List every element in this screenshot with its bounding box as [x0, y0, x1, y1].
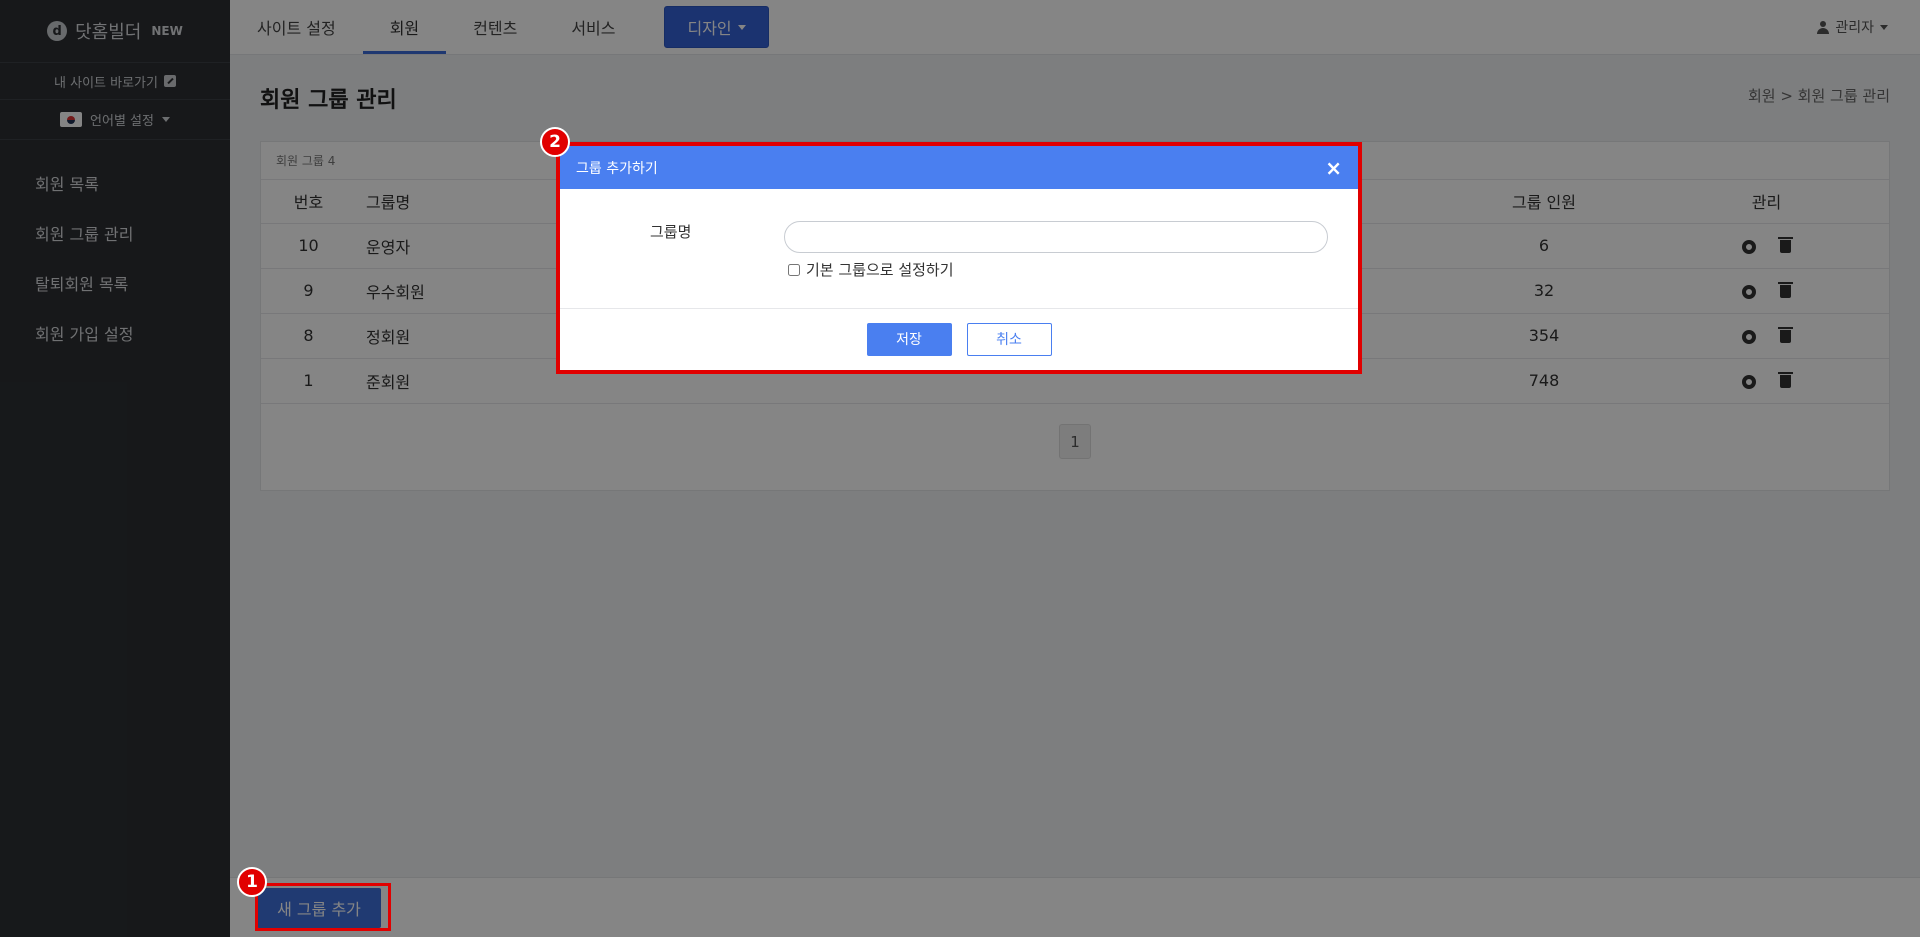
cancel-button[interactable]: 취소 [966, 322, 1052, 356]
step-marker-2: 2 [540, 127, 570, 157]
group-name-input[interactable] [784, 221, 1328, 253]
add-group-modal: 그룹 추가하기 × 그룹명 기본 그룹으로 설정하기 저장 취소 [556, 142, 1362, 374]
modal-body: 그룹명 기본 그룹으로 설정하기 [560, 189, 1358, 309]
default-group-checkbox-label: 기본 그룹으로 설정하기 [806, 261, 954, 279]
highlight-box-add-button [255, 883, 391, 931]
save-button[interactable]: 저장 [866, 322, 952, 356]
group-name-label: 그룹명 [650, 223, 692, 241]
modal-backdrop[interactable] [0, 0, 1920, 937]
default-group-option[interactable]: 기본 그룹으로 설정하기 [788, 259, 954, 280]
step-marker-1: 1 [237, 867, 267, 897]
default-group-checkbox[interactable] [788, 263, 800, 276]
modal-header: 그룹 추가하기 × [560, 146, 1358, 189]
modal-footer: 저장 취소 [560, 309, 1358, 369]
close-icon[interactable]: × [1325, 158, 1342, 178]
modal-title: 그룹 추가하기 [576, 160, 658, 177]
